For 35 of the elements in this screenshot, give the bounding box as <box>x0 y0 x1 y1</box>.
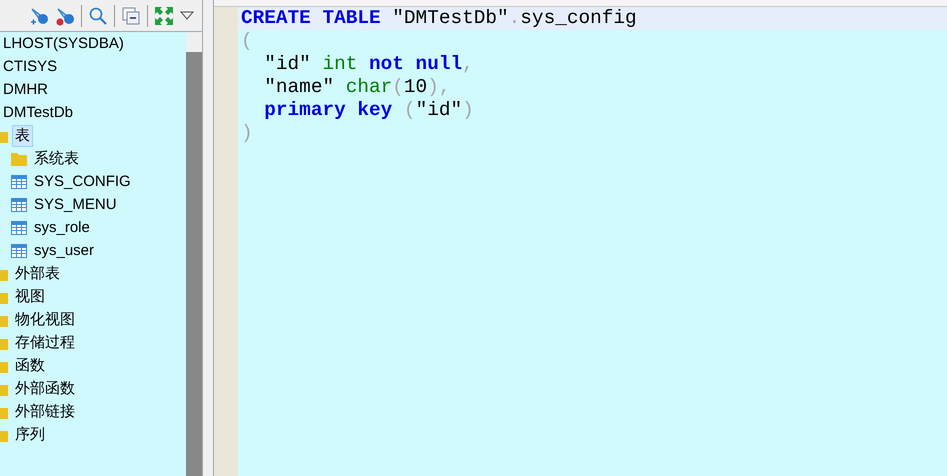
tree-item[interactable]: SYS_CONFIG <box>31 170 134 192</box>
tree-item[interactable]: sys_role <box>31 216 93 238</box>
table-icon <box>11 244 27 258</box>
folder-icon <box>11 152 27 166</box>
tree-item[interactable]: 外部函数 <box>12 378 78 400</box>
dropdown-icon[interactable] <box>180 10 194 20</box>
search-icon[interactable] <box>88 6 108 26</box>
tree-item[interactable]: SYS_MENU <box>31 194 120 216</box>
tree-item[interactable]: 物化视图 <box>12 308 78 330</box>
collapse-all-icon[interactable] <box>121 6 141 26</box>
tree-item[interactable]: 函数 <box>12 354 48 376</box>
tree-item[interactable]: DMHR <box>0 78 51 100</box>
table-icon <box>11 174 27 188</box>
tree-item[interactable]: 外部链接 <box>12 400 78 422</box>
code-line: ( <box>240 30 254 53</box>
tree-item[interactable]: 序列 <box>12 424 48 446</box>
code-line: "id" int not null, <box>263 53 475 76</box>
code-line: ) <box>240 122 254 145</box>
code-line: primary key ("id") <box>263 99 475 122</box>
tree-item[interactable]: 视图 <box>12 286 48 308</box>
tree-item[interactable]: 表 <box>12 124 33 146</box>
scrollbar-thumb[interactable] <box>186 52 202 476</box>
tree-item[interactable]: 存储过程 <box>12 332 78 354</box>
tree-item[interactable]: LHOST(SYSDBA) <box>0 32 127 54</box>
tree-item[interactable]: sys_user <box>31 240 98 262</box>
add-connection-icon[interactable] <box>29 6 49 26</box>
remove-connection-icon[interactable] <box>55 6 75 26</box>
table-icon <box>11 220 27 234</box>
expand-icon[interactable] <box>154 6 174 26</box>
code-line: "name" char(10), <box>263 76 452 99</box>
tree-item[interactable]: 外部表 <box>12 262 63 284</box>
tree-item[interactable]: 系统表 <box>31 148 82 170</box>
tree-item[interactable]: CTISYS <box>0 56 60 78</box>
table-icon <box>11 198 27 212</box>
tree-item[interactable]: DMTestDb <box>0 102 76 124</box>
